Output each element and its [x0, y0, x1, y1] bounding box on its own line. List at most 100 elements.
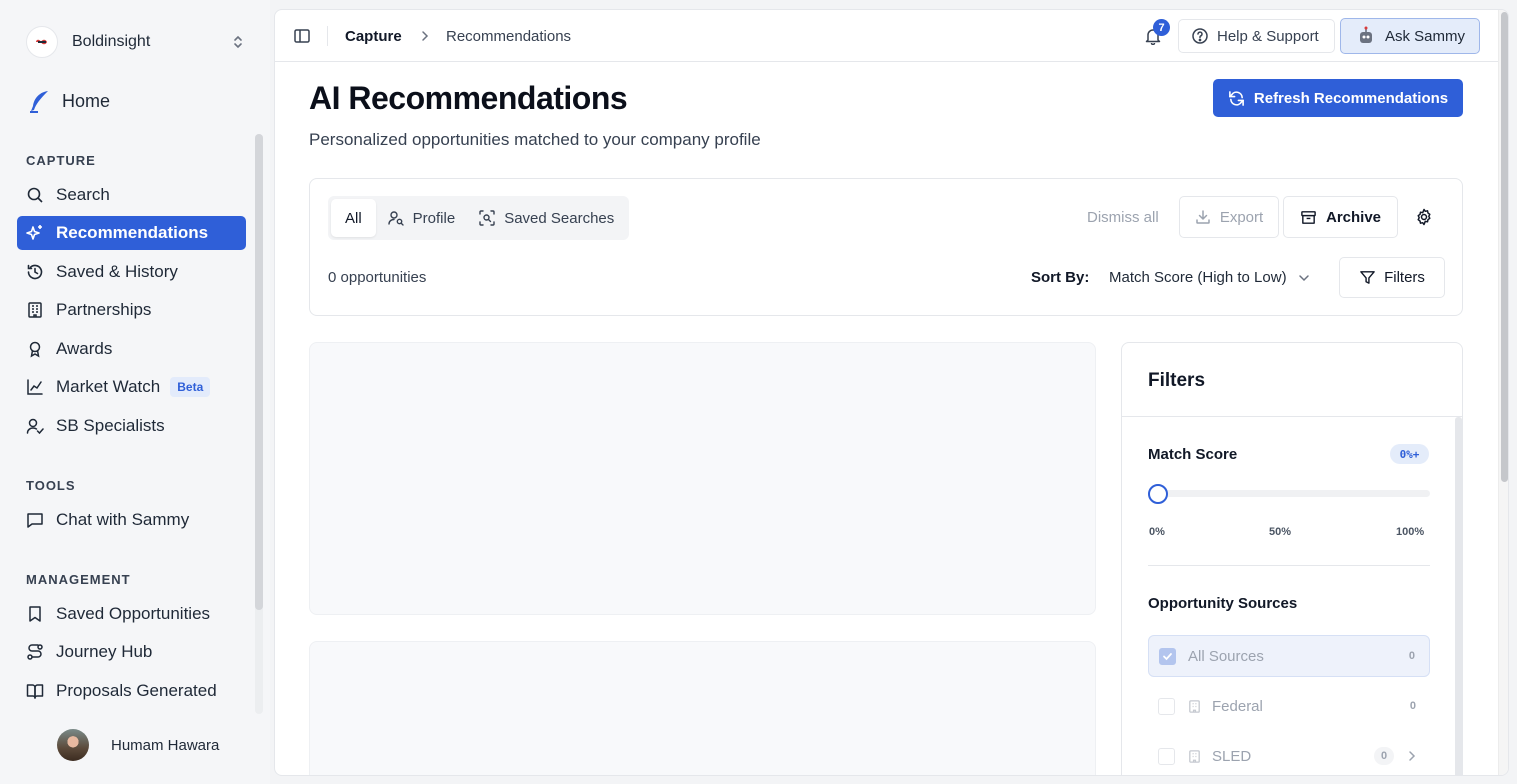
refresh-label: Refresh Recommendations — [1253, 89, 1449, 107]
sidebar-item-saved-history[interactable]: Saved & History — [17, 255, 246, 289]
sidebar-item-awards[interactable]: Awards — [17, 332, 246, 366]
main-scrollbar[interactable] — [1498, 10, 1508, 775]
sidebar-item-home[interactable]: Home — [26, 86, 110, 116]
match-score-slider-thumb[interactable] — [1148, 484, 1168, 504]
main-scrollbar-thumb[interactable] — [1501, 12, 1508, 482]
slider-tick-mid: 50% — [1269, 526, 1292, 538]
landmark-icon — [1189, 699, 1200, 713]
recommendations-toolbar: All Profile Saved Searches Dismiss all E… — [309, 178, 1463, 316]
tab-all[interactable]: All — [331, 199, 376, 237]
sidebar-item-label: Search — [56, 185, 110, 204]
refresh-recommendations-button[interactable]: Refresh Recommendations — [1213, 79, 1463, 117]
sidebar-item-label: Saved Opportunities — [56, 604, 211, 623]
sidebar-item-search[interactable]: Search — [17, 178, 246, 212]
topbar-divider — [327, 26, 328, 46]
award-icon — [29, 341, 41, 358]
user-search-icon — [387, 211, 404, 226]
sidebar-item-sb-specialists[interactable]: SB Specialists — [17, 409, 246, 443]
source-label: SLED — [1212, 747, 1252, 765]
chevrons-up-down-icon — [234, 35, 242, 49]
chat-icon — [27, 513, 43, 528]
chart-line-icon — [27, 379, 43, 395]
archive-label: Archive — [1325, 208, 1382, 226]
source-option-sled[interactable]: SLED 0 — [1148, 735, 1430, 775]
page-title: AI Recommendations — [309, 80, 628, 116]
checkbox[interactable] — [1158, 747, 1175, 765]
source-tabs: All Profile Saved Searches — [328, 196, 630, 240]
sidebar-item-label: Home — [62, 90, 111, 111]
main-panel: Capture Recommendations 7 Help & Support… — [274, 9, 1509, 776]
recommendation-card-placeholder — [309, 342, 1096, 615]
sort-value: Match Score (High to Low) — [1109, 269, 1287, 286]
breadcrumb-recommendations: Recommendations — [446, 28, 572, 45]
chevron-right-icon[interactable] — [1406, 750, 1418, 762]
sidebar-item-partnerships[interactable]: Partnerships — [17, 293, 246, 327]
chevron-right-icon — [422, 31, 429, 41]
filters-label: Filters — [1384, 269, 1425, 286]
opportunity-count: 0 opportunities — [328, 269, 427, 286]
dismiss-all-button[interactable]: Dismiss all — [1087, 209, 1159, 226]
tab-saved-searches[interactable]: Saved Searches — [467, 199, 626, 237]
help-support-button[interactable]: Help & Support — [1178, 19, 1335, 53]
history-icon — [27, 264, 43, 280]
sidebar-toggle-icon[interactable] — [293, 27, 311, 45]
checkbox[interactable] — [1158, 697, 1175, 715]
sidebar-item-label: SB Specialists — [56, 416, 165, 435]
gear-icon[interactable] — [1415, 208, 1433, 226]
export-button[interactable]: Export — [1179, 196, 1279, 238]
sidebar: Boldinsight Home CAPTURE Search Recommen… — [0, 0, 270, 784]
source-option-all[interactable]: All Sources 0 — [1148, 635, 1430, 677]
bookmark-icon — [29, 606, 41, 622]
slider-tick-min: 0% — [1149, 526, 1165, 538]
sidebar-item-label: Chat with Sammy — [56, 510, 190, 529]
slider-tick-max: 100% — [1396, 526, 1425, 538]
sidebar-item-recommendations[interactable]: Recommendations — [17, 216, 246, 250]
divider — [1148, 565, 1430, 566]
filters-button[interactable]: Filters — [1339, 257, 1445, 298]
source-label: All Sources — [1188, 647, 1264, 665]
avatar — [57, 729, 89, 761]
sidebar-item-label: Saved & History — [56, 262, 178, 281]
sidebar-item-market-watch[interactable]: Market Watch Beta — [17, 370, 246, 404]
sidebar-item-label: Awards — [56, 339, 113, 358]
source-count: 0 — [1408, 650, 1415, 662]
ask-sammy-button[interactable]: Ask Sammy — [1340, 18, 1480, 54]
sort-select[interactable]: Match Score (High to Low) — [1109, 269, 1311, 286]
help-circle-icon — [1192, 28, 1208, 44]
tab-profile[interactable]: Profile — [376, 199, 468, 237]
sidebar-item-chat-with-sammy[interactable]: Chat with Sammy — [17, 503, 246, 537]
section-label-tools: TOOLS — [26, 478, 76, 493]
help-label: Help & Support — [1217, 27, 1319, 45]
workspace-name: Boldinsight — [72, 33, 151, 50]
archive-button[interactable]: Archive — [1283, 196, 1398, 238]
filter-icon — [1360, 271, 1375, 284]
match-score-slider-track[interactable] — [1148, 490, 1430, 497]
ask-sammy-label: Ask Sammy — [1385, 27, 1466, 45]
refresh-icon — [1228, 90, 1244, 106]
user-name: Humam Hawara — [111, 736, 220, 754]
sidebar-item-saved-opportunities[interactable]: Saved Opportunities — [17, 597, 246, 631]
landmark-icon — [1189, 749, 1200, 763]
sort-label: Sort By: — [1031, 269, 1090, 286]
sidebar-scrollbar[interactable] — [255, 134, 263, 610]
sidebar-item-proposals-generated[interactable]: Proposals Generated — [17, 674, 246, 708]
user-profile[interactable]: Humam Hawara — [57, 729, 219, 761]
divider — [1122, 416, 1462, 417]
section-label-management: MANAGEMENT — [26, 572, 131, 587]
source-label: Federal — [1212, 697, 1263, 715]
page-subtitle: Personalized opportunities matched to yo… — [309, 130, 761, 149]
filters-panel-scrollbar[interactable] — [1455, 417, 1462, 775]
source-option-federal[interactable]: Federal 0 — [1148, 685, 1430, 727]
user-check-icon — [26, 418, 44, 435]
workspace-switcher[interactable]: Boldinsight — [26, 26, 246, 58]
route-icon — [27, 644, 43, 660]
source-count: 0 — [1374, 747, 1394, 765]
checkbox[interactable] — [1159, 647, 1176, 665]
recommendation-card-placeholder — [309, 641, 1096, 775]
beta-badge: Beta — [170, 377, 211, 397]
filters-panel-title: Filters — [1148, 370, 1206, 391]
sidebar-item-journey-hub[interactable]: Journey Hub — [17, 635, 246, 669]
quill-icon — [30, 91, 48, 113]
scan-search-icon — [479, 210, 495, 226]
breadcrumb-capture[interactable]: Capture — [345, 28, 402, 45]
